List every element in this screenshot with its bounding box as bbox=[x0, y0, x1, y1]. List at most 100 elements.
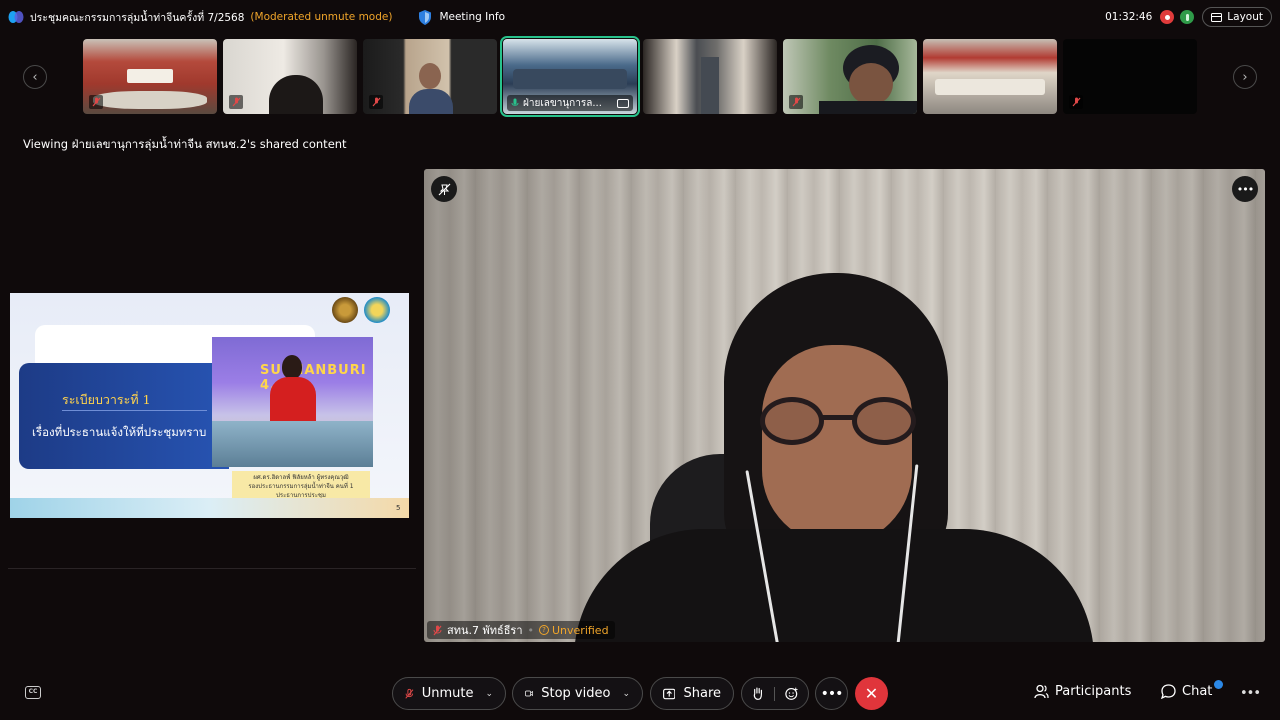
stop-video-button[interactable]: Stop video ⌄ bbox=[512, 677, 643, 710]
chevron-down-icon[interactable]: ⌄ bbox=[622, 689, 630, 699]
participant-thumbnail[interactable] bbox=[783, 39, 917, 114]
share-label: Share bbox=[683, 686, 721, 701]
thumbnail-scene bbox=[935, 79, 1045, 95]
more-options-button[interactable]: ••• bbox=[815, 677, 848, 710]
main-video-tile[interactable]: ••• สทน.7 พัทธ์ธีรา • ? Unverified bbox=[424, 169, 1265, 642]
more-dots-icon: ••• bbox=[1240, 686, 1261, 701]
chat-notification-badge bbox=[1214, 680, 1223, 689]
strip-prev-button[interactable]: ‹ bbox=[23, 65, 47, 89]
photo-person bbox=[270, 377, 316, 425]
strip-next-button[interactable]: › bbox=[1233, 65, 1257, 89]
thumbnail-scene bbox=[409, 89, 453, 114]
thumbnail-scene bbox=[819, 101, 917, 114]
slide-agenda-heading: ระเบียบวาระที่ 1 bbox=[62, 392, 151, 407]
slide-footer-graphic bbox=[10, 498, 409, 518]
chevron-down-icon[interactable]: ⌄ bbox=[485, 689, 493, 699]
toolbar-separator bbox=[773, 686, 775, 701]
participant-thumbnail[interactable] bbox=[1063, 39, 1197, 114]
moderated-mode-label: (Moderated unmute mode) bbox=[250, 11, 393, 23]
unpin-icon bbox=[438, 183, 450, 195]
active-speaker-thumbnail[interactable]: ฝ่ายเลขานุการล... bbox=[500, 36, 640, 117]
layout-label: Layout bbox=[1227, 11, 1263, 23]
slide-agenda-subheading: เรื่องที่ประธานแจ้งให้ที่ประชุมทราบ bbox=[32, 425, 207, 439]
thumbnail-scene bbox=[419, 63, 441, 89]
meeting-info-button[interactable]: Meeting Info bbox=[418, 9, 505, 25]
shield-icon bbox=[419, 9, 432, 25]
share-screen-icon bbox=[663, 688, 676, 699]
thumbnail-scene bbox=[701, 57, 719, 114]
chevron-right-icon: › bbox=[1242, 69, 1248, 85]
participant-thumbnail[interactable] bbox=[83, 39, 217, 114]
more-dots-icon: ••• bbox=[1236, 182, 1254, 196]
layout-button[interactable]: Layout bbox=[1202, 7, 1272, 27]
muted-mic-icon bbox=[89, 95, 103, 109]
recording-icon[interactable] bbox=[1160, 10, 1175, 24]
closed-captions-button[interactable]: CC bbox=[25, 686, 41, 699]
unmute-button[interactable]: Unmute ⌄ bbox=[392, 677, 506, 710]
shared-content-view[interactable]: ระเบียบวาระที่ 1 เรื่องที่ประธานแจ้งให้ท… bbox=[10, 293, 409, 518]
reactions-group bbox=[741, 677, 809, 710]
participant-thumbnail[interactable] bbox=[223, 39, 357, 114]
thumbnail-scene bbox=[849, 63, 893, 105]
share-button[interactable]: Share bbox=[650, 677, 734, 710]
title-bar: ประชุมคณะกรรมการลุ่มน้ำท่าจีนครั้งที่ 7/… bbox=[0, 0, 1280, 34]
stop-video-label: Stop video bbox=[541, 686, 611, 701]
emoji-reaction-icon[interactable] bbox=[784, 686, 798, 701]
thumbnail-name-tag: ฝ่ายเลขานุการล... bbox=[507, 95, 633, 111]
viewing-shared-content-label: Viewing ฝ่ายเลขานุการลุ่มน้ำท่าจีน สทนช.… bbox=[23, 137, 347, 151]
raise-hand-icon[interactable] bbox=[752, 686, 764, 701]
muted-mic-icon bbox=[789, 95, 803, 109]
video-person-body bbox=[574, 529, 1094, 642]
participant-thumbnail[interactable] bbox=[923, 39, 1057, 114]
meeting-controls: CC Unmute ⌄ Stop video ⌄ Share ••• ✕ Par… bbox=[0, 672, 1280, 716]
more-dots-icon: ••• bbox=[820, 685, 844, 702]
panel-divider bbox=[8, 568, 416, 569]
warning-icon: ? bbox=[539, 625, 549, 635]
unverified-status: ? Unverified bbox=[539, 624, 609, 637]
panel-more-options-button[interactable]: ••• bbox=[1240, 686, 1261, 701]
unverified-label: Unverified bbox=[552, 623, 609, 637]
leave-meeting-button[interactable]: ✕ bbox=[855, 677, 888, 710]
meeting-info-label: Meeting Info bbox=[439, 11, 505, 23]
photo-person bbox=[282, 355, 302, 379]
security-status-icon[interactable] bbox=[1180, 10, 1195, 24]
slide-page-number: 5 bbox=[396, 504, 401, 512]
video-camera-icon bbox=[525, 690, 534, 697]
muted-mic-icon bbox=[369, 95, 383, 109]
chat-button[interactable]: Chat bbox=[1161, 684, 1212, 699]
slide-photo: SUPHANBURI 4.0 bbox=[212, 337, 373, 467]
thumbnail-scene bbox=[269, 75, 323, 114]
participant-thumbnail[interactable] bbox=[363, 39, 497, 114]
unpin-button[interactable] bbox=[431, 176, 457, 202]
glasses-icon bbox=[852, 397, 916, 445]
slide-agenda-panel bbox=[19, 363, 229, 469]
muted-mic-icon bbox=[229, 95, 243, 109]
participant-name-tag: สทน.7 พัทธ์ธีรา • ? Unverified bbox=[427, 621, 615, 639]
participants-button[interactable]: Participants bbox=[1034, 684, 1131, 699]
chevron-left-icon: ‹ bbox=[32, 69, 38, 85]
muted-mic-icon bbox=[433, 625, 442, 635]
caption-line: ผศ.ดร.ฮิดาลฟ์ ฟิลัยหล้า ผู้ทรงคุณวุฒิ bbox=[253, 474, 349, 481]
participant-thumbnail[interactable] bbox=[643, 39, 777, 114]
mic-icon bbox=[511, 98, 519, 106]
meeting-timer: 01:32:46 bbox=[1105, 11, 1153, 23]
muted-mic-icon bbox=[405, 688, 414, 699]
thumbnail-scene bbox=[513, 69, 627, 89]
glasses-bridge bbox=[822, 415, 854, 420]
participants-icon bbox=[1034, 684, 1049, 699]
thumbnail-scene bbox=[93, 91, 207, 109]
muted-mic-icon bbox=[1069, 95, 1083, 109]
participants-label: Participants bbox=[1055, 684, 1132, 699]
captions-icon: CC bbox=[28, 688, 38, 695]
sharing-icon bbox=[617, 98, 629, 108]
seal-icon bbox=[332, 297, 358, 323]
close-icon: ✕ bbox=[864, 684, 879, 703]
thumbnail-scene bbox=[127, 69, 173, 83]
glasses-icon bbox=[760, 397, 824, 445]
separator-dot: • bbox=[527, 623, 535, 637]
webex-logo-icon bbox=[8, 11, 24, 23]
participant-strip: ‹ ฝ่ายเลขานุการล... › bbox=[0, 36, 1280, 117]
video-person-face bbox=[762, 345, 912, 545]
video-more-options-button[interactable]: ••• bbox=[1232, 176, 1258, 202]
seal-icon bbox=[364, 297, 390, 323]
